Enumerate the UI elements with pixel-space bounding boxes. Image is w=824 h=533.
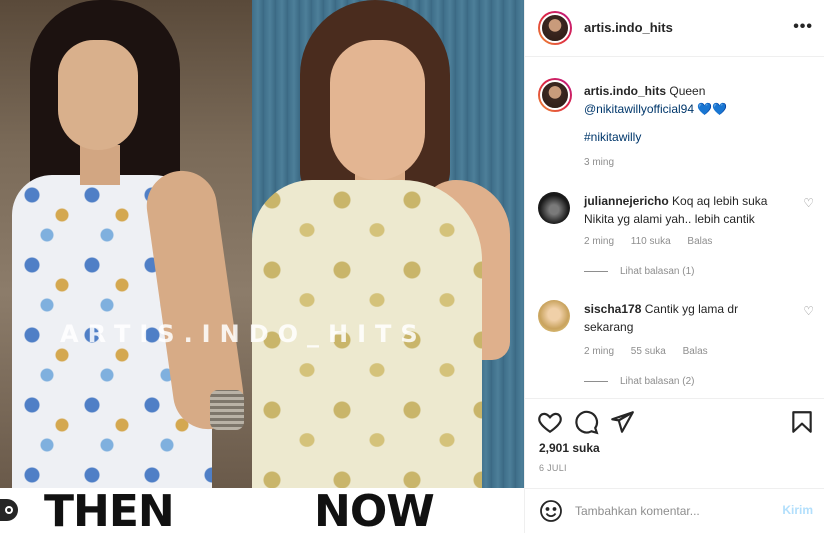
- add-comment-bar: Kirim: [525, 488, 824, 533]
- emoji-icon[interactable]: [539, 499, 563, 523]
- comment-icon[interactable]: [573, 409, 599, 435]
- caption-hashtag[interactable]: #nikitawilly: [584, 130, 641, 144]
- post-date[interactable]: 6 JULI: [539, 463, 567, 473]
- watermark: ARTIS.INDO_HITS: [60, 320, 427, 348]
- comment-reply-button[interactable]: Balas: [687, 236, 712, 247]
- label-then: THEN: [44, 486, 175, 533]
- bookmark-icon[interactable]: [789, 409, 815, 435]
- post-sidebar: artis.indo_hits ••• artis.indo_hits Quee…: [524, 0, 824, 533]
- comment-like-icon[interactable]: ♡: [803, 196, 814, 210]
- caption-time[interactable]: 3 ming: [584, 157, 614, 168]
- view-replies-button[interactable]: Lihat balasan (2): [584, 376, 695, 387]
- comment-time[interactable]: 2 ming: [584, 346, 614, 357]
- comment-likes[interactable]: 55 suka: [631, 346, 666, 357]
- comment-username[interactable]: sischa178: [584, 302, 641, 316]
- caption-mention[interactable]: @nikitawillyofficial94: [584, 102, 694, 116]
- label-now: NOW: [314, 486, 435, 533]
- caption-text: Queen: [669, 84, 706, 98]
- comment-meta: 2 ming 55 suka Balas: [584, 346, 722, 357]
- comment-text: sischa178 Cantik yg lama dr sekarang: [584, 302, 739, 334]
- comment-input[interactable]: [575, 501, 765, 521]
- comment-avatar[interactable]: [538, 300, 570, 332]
- more-icon[interactable]: •••: [793, 18, 813, 36]
- likes-count[interactable]: 2,901 suka: [539, 441, 600, 455]
- caption: artis.indo_hits Queen @nikitawillyoffici…: [584, 82, 804, 118]
- comment-likes[interactable]: 110 suka: [631, 236, 671, 247]
- comment-reply-button[interactable]: Balas: [683, 346, 708, 357]
- comments-section[interactable]: artis.indo_hits Queen @nikitawillyoffici…: [525, 58, 824, 398]
- comment-text: juliannejericho Koq aq lebih suka Nikita…: [584, 194, 768, 226]
- comment-avatar[interactable]: [538, 192, 570, 224]
- post-media[interactable]: ARTIS.INDO_HITS THEN NOW: [0, 0, 524, 533]
- post-comment-button[interactable]: Kirim: [782, 503, 813, 517]
- comment-time[interactable]: 2 ming: [584, 236, 614, 247]
- caption-emoji: 💙💙: [697, 102, 728, 116]
- heart-icon[interactable]: [537, 409, 563, 435]
- post-header: artis.indo_hits •••: [525, 0, 824, 57]
- comment-like-icon[interactable]: ♡: [803, 304, 814, 318]
- share-icon[interactable]: [609, 409, 635, 435]
- then-photo: [0, 0, 252, 488]
- comment-meta: 2 ming 110 suka Balas: [584, 236, 726, 247]
- view-replies-button[interactable]: Lihat balasan (1): [584, 266, 695, 277]
- comment-username[interactable]: juliannejericho: [584, 194, 669, 208]
- header-username[interactable]: artis.indo_hits: [584, 20, 673, 35]
- caption-username[interactable]: artis.indo_hits: [584, 84, 666, 98]
- avatar[interactable]: [538, 11, 572, 45]
- caption-avatar[interactable]: [538, 78, 572, 112]
